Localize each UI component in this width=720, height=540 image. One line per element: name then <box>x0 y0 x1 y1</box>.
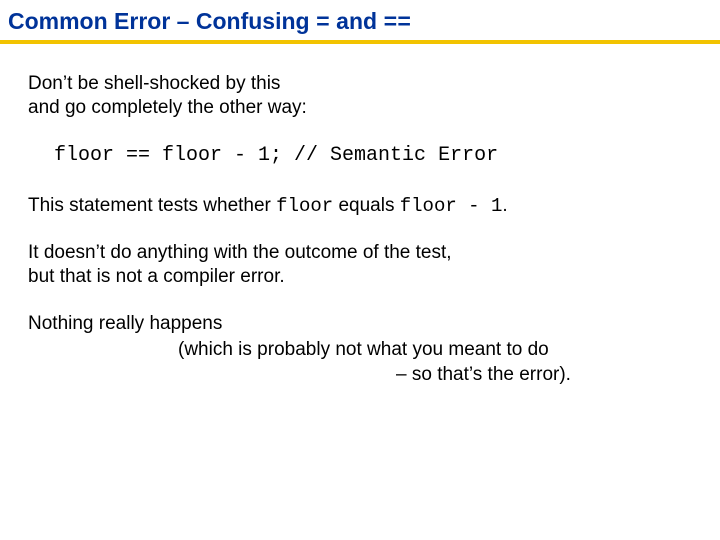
paragraph-intro: Don’t be shell-shocked by this and go co… <box>28 72 692 121</box>
title-and: and <box>330 8 384 34</box>
operator-equals: == <box>383 10 411 36</box>
code-floor2: floor - 1 <box>400 195 503 217</box>
slide-content: Don’t be shell-shocked by this and go co… <box>0 44 720 388</box>
conclusion-line3: – so that’s the error). <box>28 362 571 388</box>
paragraph-explain1: This statement tests whether floor equal… <box>28 194 692 218</box>
code-floor1: floor <box>276 195 333 217</box>
explain1-a: This statement tests whether <box>28 195 276 216</box>
conclusion-line1: Nothing really happens <box>28 313 222 334</box>
operator-assign: = <box>316 10 330 36</box>
intro-line1: Don’t be shell-shocked by this <box>28 73 280 94</box>
explain2-line1: It doesn’t do anything with the outcome … <box>28 242 452 263</box>
intro-line2: and go completely the other way: <box>28 97 307 118</box>
explain2-line2: but that is not a compiler error. <box>28 266 285 287</box>
slide-title: Common Error – Confusing = and == <box>8 8 712 36</box>
paragraph-conclusion: Nothing really happens (which is probabl… <box>28 311 692 388</box>
slide-header: Common Error – Confusing = and == <box>0 0 720 44</box>
title-text: Common Error – Confusing <box>8 8 316 34</box>
explain1-b: equals <box>333 195 400 216</box>
explain1-c: . <box>502 195 507 216</box>
conclusion-line2: (which is probably not what you meant to… <box>28 337 549 363</box>
paragraph-explain2: It doesn’t do anything with the outcome … <box>28 241 692 290</box>
code-example: floor == floor - 1; // Semantic Error <box>54 143 692 169</box>
